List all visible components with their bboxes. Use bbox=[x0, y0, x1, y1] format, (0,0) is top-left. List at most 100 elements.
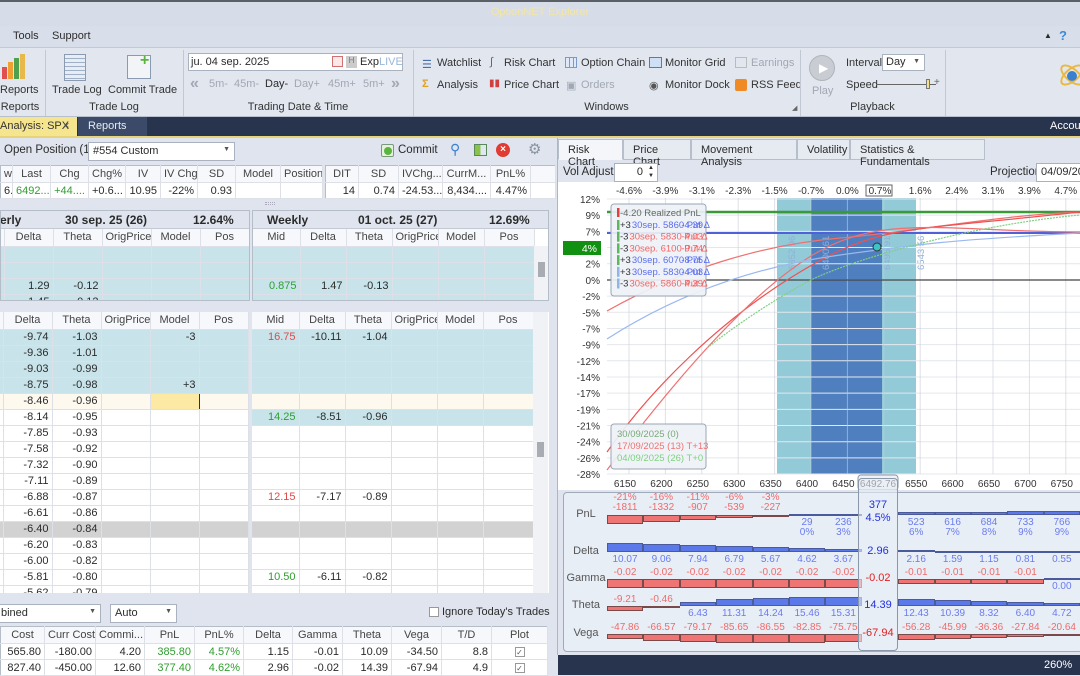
splitter-handle[interactable] bbox=[265, 202, 275, 205]
cell-model[interactable] bbox=[437, 377, 484, 394]
cell-model[interactable] bbox=[150, 521, 200, 538]
option-row[interactable]: -7.58 -0.92 bbox=[0, 441, 249, 458]
option-row[interactable] bbox=[1, 262, 249, 279]
cell-model[interactable] bbox=[151, 278, 201, 295]
option-row[interactable]: -7.11 -0.89 bbox=[0, 473, 249, 490]
hour-toggle-icon[interactable]: H bbox=[346, 56, 357, 68]
menu-tools[interactable]: Tools bbox=[13, 30, 39, 42]
speed-increase-icon[interactable]: + bbox=[934, 77, 940, 88]
calendar-icon[interactable] bbox=[332, 56, 343, 67]
option-row[interactable] bbox=[252, 393, 534, 410]
option-row[interactable]: -9.36 -1.01 bbox=[0, 345, 249, 362]
cell-model[interactable] bbox=[437, 489, 484, 506]
cell-model[interactable] bbox=[437, 393, 484, 410]
option-row[interactable]: 16.75 -10.11 -1.04 bbox=[252, 329, 534, 346]
step-45m-back[interactable]: 45m- bbox=[234, 78, 259, 90]
column-header[interactable]: Model bbox=[437, 312, 484, 330]
option-row[interactable]: 1.29 -0.12 bbox=[1, 278, 249, 295]
cell-model[interactable] bbox=[437, 329, 484, 346]
option-row[interactable] bbox=[253, 262, 535, 279]
column-header[interactable]: Plot bbox=[491, 627, 547, 644]
option-row[interactable] bbox=[252, 425, 534, 442]
cell-model[interactable]: -3 bbox=[150, 329, 200, 346]
step-forward-fast-icon[interactable]: » bbox=[391, 75, 400, 93]
cell-model[interactable] bbox=[437, 585, 484, 593]
columns-icon[interactable] bbox=[474, 144, 487, 156]
option-row[interactable] bbox=[252, 553, 534, 570]
column-header[interactable]: Mid bbox=[253, 229, 301, 247]
option-row[interactable]: -8.46 -0.96 bbox=[0, 393, 249, 410]
cell-model[interactable] bbox=[150, 441, 200, 458]
help-icon[interactable]: ? bbox=[1059, 28, 1067, 43]
column-header[interactable]: Theta bbox=[345, 312, 392, 330]
tab-movement-analysis[interactable]: Movement Analysis bbox=[691, 139, 797, 168]
date-legend-item[interactable]: 04/09/2025 (26) T+0 bbox=[617, 453, 703, 464]
ignore-today-label[interactable]: Ignore Today's Trades bbox=[442, 606, 550, 618]
column-header[interactable]: Pos bbox=[199, 312, 249, 330]
speed-slider-thumb[interactable] bbox=[926, 79, 930, 89]
cell-model[interactable] bbox=[150, 457, 200, 474]
option-row[interactable]: 14.25 -8.51 -0.96 bbox=[252, 409, 534, 426]
date-legend-item[interactable]: 17/09/2025 (13) T+13 bbox=[617, 441, 708, 452]
cell-model[interactable] bbox=[150, 345, 200, 362]
column-header[interactable]: Pos bbox=[483, 312, 534, 330]
option-row[interactable]: -7.32 -0.90 bbox=[0, 457, 249, 474]
column-header[interactable]: Model bbox=[438, 229, 485, 247]
cell-model[interactable]: +3 bbox=[150, 377, 200, 394]
option-row[interactable]: -6.20 -0.83 bbox=[0, 537, 249, 554]
cell-model[interactable] bbox=[150, 553, 200, 570]
close-icon[interactable]: × bbox=[63, 120, 69, 132]
column-header[interactable]: Curr Cost bbox=[44, 627, 96, 644]
cell-model[interactable] bbox=[438, 294, 485, 300]
table-row[interactable]: 14 0.74 -24.53... 8,434.... 4.47% bbox=[326, 182, 555, 198]
commit-button[interactable]: Commit bbox=[398, 144, 438, 156]
scale-select[interactable]: Auto ▼ bbox=[110, 604, 177, 623]
rss-feed-button[interactable]: RSS Feed bbox=[751, 79, 802, 91]
table-row[interactable]: 827.40 -450.00 12.60 377.40 4.62% 2.96 -0.02 14… bbox=[1, 659, 547, 675]
menu-support[interactable]: Support bbox=[52, 30, 91, 42]
column-header[interactable]: Model bbox=[235, 166, 281, 183]
column-header[interactable]: Theta bbox=[342, 627, 392, 644]
column-header[interactable]: Pos bbox=[484, 229, 535, 247]
plot-checkbox[interactable]: ✓ bbox=[514, 662, 525, 673]
date-legend-item[interactable]: 30/09/2025 (0) bbox=[617, 429, 679, 440]
option-row[interactable] bbox=[252, 521, 534, 538]
cell-model[interactable] bbox=[437, 521, 484, 538]
cell-model[interactable] bbox=[151, 262, 201, 279]
step-day-back[interactable]: Day- bbox=[265, 78, 288, 90]
option-row[interactable] bbox=[252, 441, 534, 458]
tab-statistics-fundamentals[interactable]: Statistics & Fundamentals bbox=[850, 139, 985, 168]
cell-model[interactable] bbox=[151, 246, 201, 263]
aggregation-select[interactable]: bined ▼ bbox=[0, 604, 101, 623]
option-row[interactable] bbox=[252, 537, 534, 554]
cell-model[interactable] bbox=[438, 246, 485, 263]
position-select[interactable]: #554 Custom ▼ bbox=[88, 142, 235, 161]
tab-volatility[interactable]: Volatility bbox=[797, 139, 850, 160]
tab-analysis-spx[interactable]: Analysis: SPX × bbox=[0, 117, 77, 136]
option-row[interactable] bbox=[252, 473, 534, 490]
option-row[interactable] bbox=[253, 294, 535, 300]
column-header[interactable]: Theta bbox=[346, 229, 393, 247]
trading-date-input[interactable]: ju. 04 sep. 2025 H Exp LIVE bbox=[188, 53, 403, 71]
commit-trade-button[interactable]: Commit Trade bbox=[108, 84, 177, 96]
play-icon[interactable]: ▶ bbox=[809, 55, 835, 81]
column-header[interactable]: Mid bbox=[252, 312, 300, 330]
option-row[interactable]: -6.00 -0.82 bbox=[0, 553, 249, 570]
step-5m-forward[interactable]: 5m+ bbox=[363, 78, 385, 90]
cell-model[interactable] bbox=[151, 294, 201, 300]
cell-model[interactable] bbox=[438, 262, 485, 279]
column-header[interactable]: Commi... bbox=[95, 627, 145, 644]
option-row[interactable] bbox=[252, 585, 534, 593]
column-header[interactable]: Delta bbox=[300, 229, 347, 247]
interval-select[interactable]: Day ▼ bbox=[882, 54, 925, 71]
option-row[interactable]: -6.88 -0.87 bbox=[0, 489, 249, 506]
column-header[interactable]: OrigPrice bbox=[392, 229, 439, 247]
table-row[interactable]: 565.80 -180.00 4.20 385.80 4.57% 1.15 -0.01 10.… bbox=[1, 643, 547, 660]
trade-log-icon[interactable] bbox=[64, 54, 86, 81]
option-row[interactable]: -9.03 -0.99 bbox=[0, 361, 249, 378]
option-row[interactable]: 12.15 -7.17 -0.89 bbox=[252, 489, 534, 506]
delete-icon[interactable]: × bbox=[496, 143, 510, 157]
reports-button[interactable]: Reports bbox=[0, 84, 39, 96]
column-header[interactable]: Cost bbox=[1, 627, 45, 644]
column-header[interactable]: Delta bbox=[243, 627, 293, 644]
